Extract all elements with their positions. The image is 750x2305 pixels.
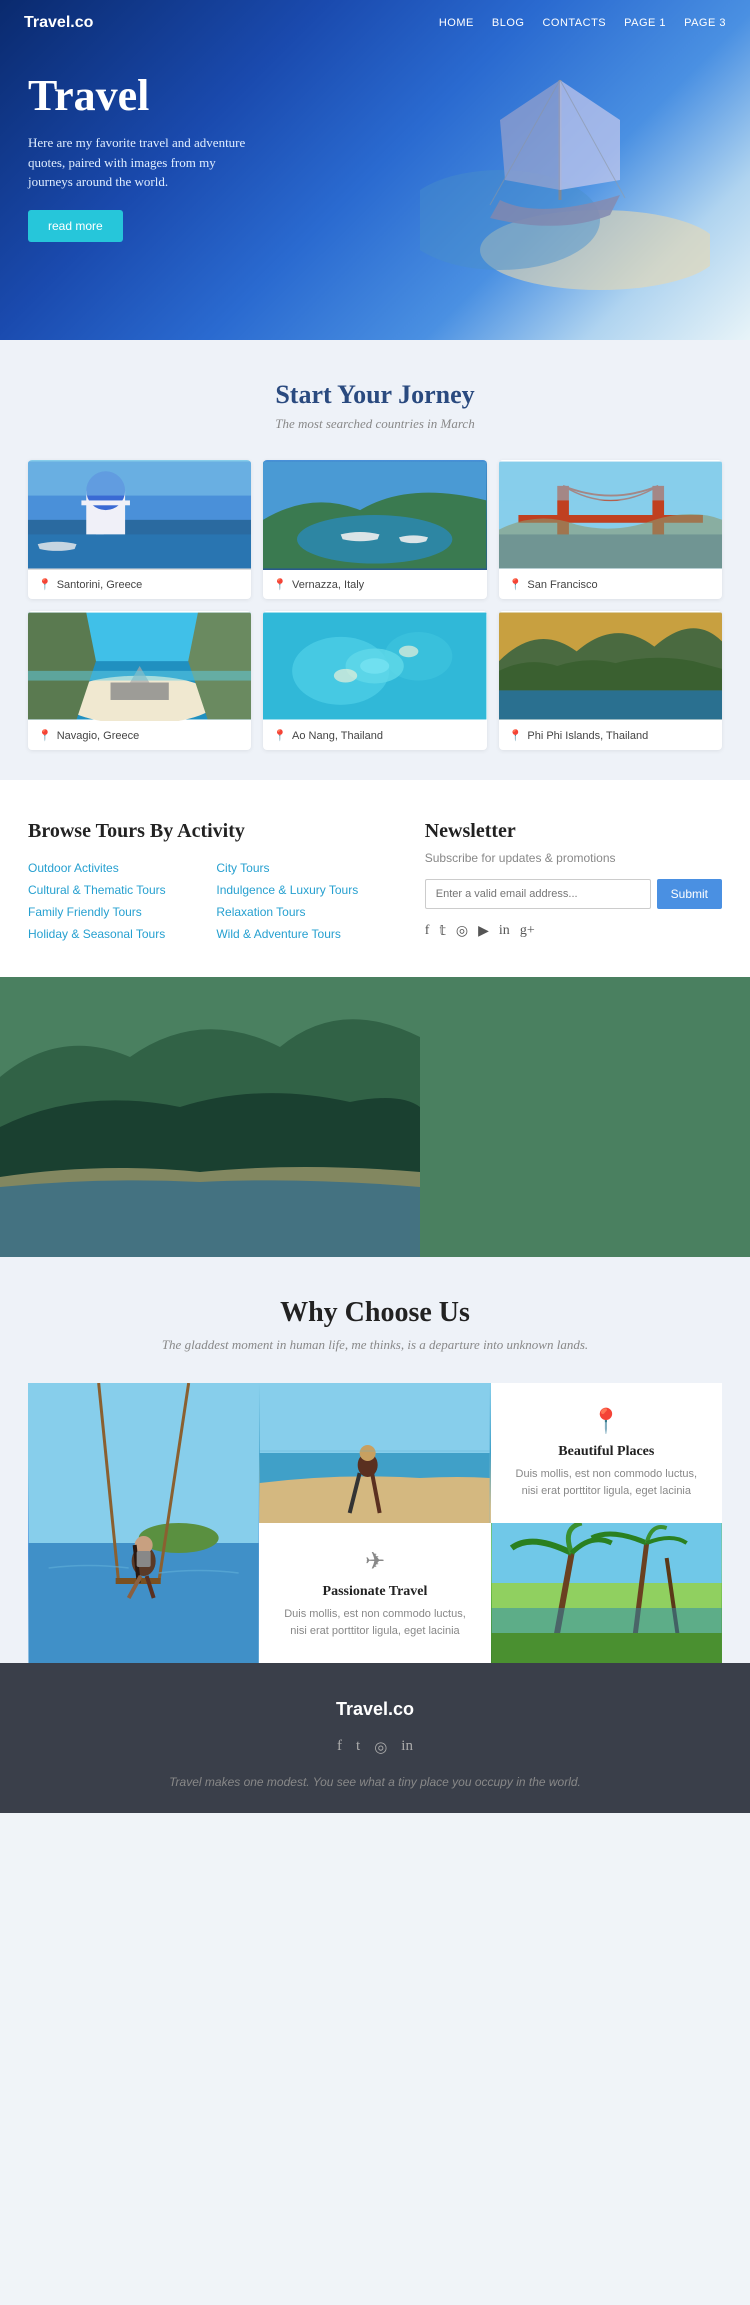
why-swing-image bbox=[28, 1383, 259, 1663]
dest-phiphi-img bbox=[499, 611, 722, 721]
nav-page3[interactable]: Page 3 bbox=[684, 17, 726, 29]
dest-vernazza[interactable]: 📍 Vernazza, Italy bbox=[263, 460, 486, 599]
tour-link-relaxation[interactable]: Relaxation Tours bbox=[216, 905, 384, 919]
pin-icon-6: 📍 bbox=[509, 729, 523, 742]
dest-sanfrancisco[interactable]: 📍 San Francisco bbox=[499, 460, 722, 599]
dest-aonang-label: 📍 Ao Nang, Thailand bbox=[263, 721, 486, 750]
nav-home[interactable]: Home bbox=[439, 17, 474, 29]
footer-logo: Travel.co bbox=[28, 1699, 722, 1720]
pin-icon-2: 📍 bbox=[273, 578, 287, 591]
browse-title: Browse Tours By Activity bbox=[28, 820, 385, 843]
discount-section: Discount 10-30% Off Curabitur blandit te… bbox=[0, 977, 750, 1257]
browse-section: Browse Tours By Activity Outdoor Activit… bbox=[0, 780, 750, 977]
why-right-col: 📍 Beautiful Places Duis mollis, est non … bbox=[491, 1383, 722, 1663]
footer-facebook-icon[interactable]: f bbox=[337, 1738, 342, 1757]
dest-santorini-img bbox=[28, 460, 251, 570]
footer-twitter-icon[interactable]: t bbox=[356, 1738, 360, 1757]
passionate-title: Passionate Travel bbox=[323, 1584, 428, 1600]
why-header: Why Choose Us The gladdest moment in hum… bbox=[28, 1297, 722, 1353]
nav-contacts[interactable]: Contacts bbox=[542, 17, 606, 29]
passionate-text: Duis mollis, est non commodo luctus, nis… bbox=[275, 1606, 474, 1639]
plane-icon: ✈ bbox=[365, 1547, 385, 1576]
email-input[interactable] bbox=[425, 879, 651, 909]
nav-page1[interactable]: Page 1 bbox=[624, 17, 666, 29]
googleplus-icon[interactable]: g+ bbox=[520, 923, 535, 940]
footer-linkedin-icon[interactable]: in bbox=[401, 1738, 413, 1757]
tour-link-cultural[interactable]: Cultural & Thematic Tours bbox=[28, 883, 196, 897]
newsletter-subtitle: Subscribe for updates & promotions bbox=[425, 851, 722, 865]
dest-phiphi-label: 📍 Phi Phi Islands, Thailand bbox=[499, 721, 722, 750]
instagram-icon[interactable]: ◎ bbox=[456, 923, 468, 940]
newsletter-section: Newsletter Subscribe for updates & promo… bbox=[425, 820, 722, 941]
nav-links: Home Blog Contacts Page 1 Page 3 bbox=[439, 17, 726, 29]
why-passionate-card: ✈ Passionate Travel Duis mollis, est non… bbox=[259, 1523, 490, 1663]
dest-phiphi[interactable]: 📍 Phi Phi Islands, Thailand bbox=[499, 611, 722, 750]
beautiful-title: Beautiful Places bbox=[558, 1444, 654, 1460]
newsletter-submit-button[interactable]: Submit bbox=[657, 879, 722, 909]
dest-sf-img bbox=[499, 460, 722, 570]
location-icon: 📍 bbox=[591, 1407, 621, 1436]
main-nav: Travel.co Home Blog Contacts Page 1 Page… bbox=[0, 0, 750, 46]
dest-navagio-img bbox=[28, 611, 251, 721]
footer: Travel.co f t ◎ in Travel makes one mode… bbox=[0, 1663, 750, 1813]
why-grid: ✈ Passionate Travel Duis mollis, est non… bbox=[28, 1383, 722, 1663]
dest-navagio-label: 📍 Navagio, Greece bbox=[28, 721, 251, 750]
nav-blog[interactable]: Blog bbox=[492, 17, 525, 29]
why-beach-image bbox=[259, 1383, 490, 1523]
why-subtitle: The gladdest moment in human life, me th… bbox=[28, 1337, 722, 1353]
social-icons: f 𝕥 ◎ ▶ in g+ bbox=[425, 923, 722, 940]
tour-link-city[interactable]: City Tours bbox=[216, 861, 384, 875]
dest-vernazza-img bbox=[263, 460, 486, 570]
footer-instagram-icon[interactable]: ◎ bbox=[374, 1738, 387, 1757]
footer-tagline: Travel makes one modest. You see what a … bbox=[28, 1775, 722, 1789]
tour-link-outdoor[interactable]: Outdoor Activites bbox=[28, 861, 196, 875]
newsletter-form: Submit bbox=[425, 879, 722, 909]
dest-santorini-label: 📍 Santorini, Greece bbox=[28, 570, 251, 599]
hero-content: Travel Here are my favorite travel and a… bbox=[28, 70, 248, 242]
linkedin-icon[interactable]: in bbox=[499, 923, 510, 940]
dest-navagio[interactable]: 📍 Navagio, Greece bbox=[28, 611, 251, 750]
discount-landscape-svg bbox=[0, 977, 750, 1257]
destinations-grid: 📍 Santorini, Greece 📍 bbox=[28, 460, 722, 750]
pin-icon-5: 📍 bbox=[273, 729, 287, 742]
tour-links-grid: Outdoor Activites City Tours Cultural & … bbox=[28, 861, 385, 941]
dest-sf-label: 📍 San Francisco bbox=[499, 570, 722, 599]
journey-subtitle: The most searched countries in March bbox=[28, 416, 722, 432]
hero-boat-illustration bbox=[420, 40, 710, 290]
youtube-icon[interactable]: ▶ bbox=[478, 923, 489, 940]
journey-section: Start Your Jorney The most searched coun… bbox=[0, 340, 750, 780]
twitter-icon[interactable]: 𝕥 bbox=[439, 923, 446, 940]
hero-title: Travel bbox=[28, 70, 248, 121]
pin-icon: 📍 bbox=[38, 578, 52, 591]
discount-bg bbox=[0, 977, 750, 1257]
why-beautiful-card: 📍 Beautiful Places Duis mollis, est non … bbox=[491, 1383, 722, 1523]
footer-social-icons: f t ◎ in bbox=[28, 1738, 722, 1757]
why-palms-image bbox=[491, 1523, 722, 1663]
journey-title: Start Your Jorney bbox=[28, 380, 722, 410]
beautiful-text: Duis mollis, est non commodo luctus, nis… bbox=[507, 1466, 706, 1499]
dest-aonang[interactable]: 📍 Ao Nang, Thailand bbox=[263, 611, 486, 750]
dest-vernazza-label: 📍 Vernazza, Italy bbox=[263, 570, 486, 599]
pin-icon-4: 📍 bbox=[38, 729, 52, 742]
hero-cta-button[interactable]: read more bbox=[28, 210, 123, 242]
tour-link-wild[interactable]: Wild & Adventure Tours bbox=[216, 927, 384, 941]
nav-logo: Travel.co bbox=[24, 14, 93, 32]
hero-section: Travel.co Home Blog Contacts Page 1 Page… bbox=[0, 0, 750, 340]
hero-subtitle: Here are my favorite travel and adventur… bbox=[28, 133, 248, 192]
newsletter-title: Newsletter bbox=[425, 820, 722, 843]
why-mid-col: ✈ Passionate Travel Duis mollis, est non… bbox=[259, 1383, 490, 1663]
browse-tours: Browse Tours By Activity Outdoor Activit… bbox=[28, 820, 385, 941]
pin-icon-3: 📍 bbox=[509, 578, 523, 591]
tour-link-holiday[interactable]: Holiday & Seasonal Tours bbox=[28, 927, 196, 941]
why-section: Why Choose Us The gladdest moment in hum… bbox=[0, 1257, 750, 1663]
tour-link-family[interactable]: Family Friendly Tours bbox=[28, 905, 196, 919]
facebook-icon[interactable]: f bbox=[425, 923, 430, 940]
dest-santorini[interactable]: 📍 Santorini, Greece bbox=[28, 460, 251, 599]
tour-link-luxury[interactable]: Indulgence & Luxury Tours bbox=[216, 883, 384, 897]
dest-aonang-img bbox=[263, 611, 486, 721]
why-title: Why Choose Us bbox=[28, 1297, 722, 1329]
